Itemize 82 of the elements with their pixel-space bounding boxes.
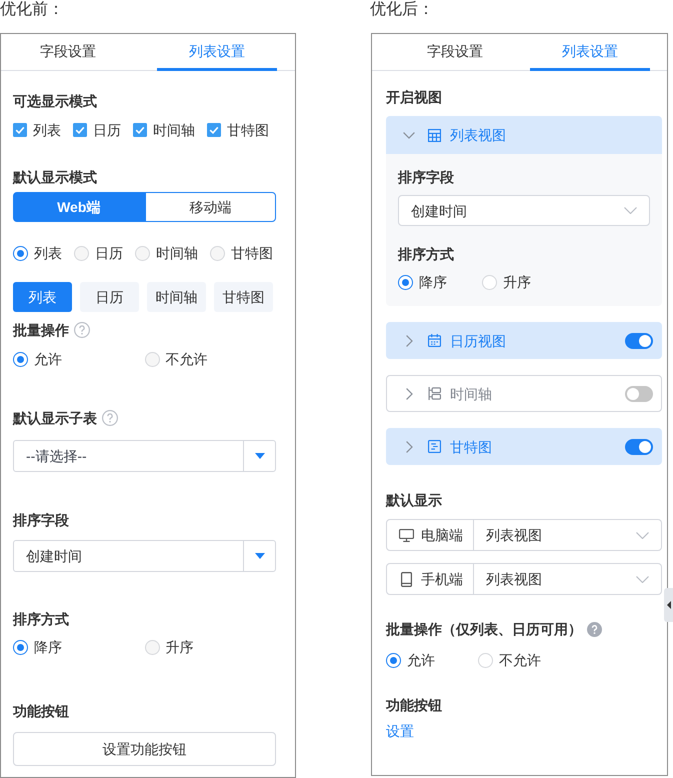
toggle-switch[interactable] bbox=[625, 332, 653, 348]
section-label: 默认显示子表 bbox=[13, 409, 97, 428]
section-label: 排序字段 bbox=[13, 511, 70, 530]
radio-label: 不允许 bbox=[166, 350, 208, 369]
section-label: 排序方式 bbox=[398, 245, 455, 264]
view-button[interactable]: 时间轴 bbox=[147, 282, 206, 312]
phone-icon bbox=[401, 572, 412, 586]
checkbox[interactable] bbox=[207, 123, 221, 137]
view-select[interactable]: 列表视图 bbox=[474, 519, 662, 551]
checkbox[interactable] bbox=[13, 123, 27, 137]
section-label: 功能按钮 bbox=[13, 702, 70, 721]
help-icon bbox=[74, 322, 90, 338]
settings-link[interactable]: 设置 bbox=[386, 721, 414, 741]
segment-button[interactable]: Web端 bbox=[13, 192, 144, 222]
chevron-down-icon bbox=[624, 207, 637, 214]
help-icon bbox=[102, 410, 118, 426]
radio-label: 时间轴 bbox=[156, 244, 198, 263]
device-label: 手机端 bbox=[421, 570, 463, 589]
toggle-switch[interactable] bbox=[625, 386, 653, 402]
collapse-handle[interactable] bbox=[664, 588, 673, 622]
section-label: 功能按钮 bbox=[386, 696, 443, 715]
dropdown-field[interactable]: 创建时间 bbox=[13, 540, 276, 572]
radio-label: 降序 bbox=[419, 273, 447, 292]
section-label: 排序方式 bbox=[13, 610, 70, 629]
tab[interactable]: 列表设置 bbox=[530, 34, 650, 71]
tab[interactable]: 字段设置 bbox=[8, 34, 128, 71]
device-label: 电脑端 bbox=[421, 526, 463, 545]
section-label: 排序字段 bbox=[398, 168, 455, 187]
radio-button[interactable] bbox=[386, 652, 401, 668]
view-title: 列表视图 bbox=[450, 126, 507, 145]
segment-button[interactable]: 移动端 bbox=[144, 192, 276, 222]
view-title: 日历视图 bbox=[450, 332, 507, 350]
chevron-down-icon bbox=[636, 532, 649, 538]
view-title: 甘特图 bbox=[450, 438, 493, 456]
tab[interactable]: 列表设置 bbox=[157, 34, 277, 71]
timeline-icon bbox=[428, 387, 441, 400]
chevron-down-icon bbox=[636, 576, 649, 582]
view-header[interactable]: 时间轴 bbox=[386, 375, 662, 412]
radio-button[interactable] bbox=[13, 352, 28, 366]
radio-label: 不允许 bbox=[499, 651, 541, 670]
checkbox-label: 时间轴 bbox=[153, 121, 195, 140]
radio-label: 日历 bbox=[95, 244, 123, 263]
calendar-icon bbox=[428, 334, 441, 347]
section-label: 可选显示模式 bbox=[13, 92, 98, 111]
radio-button[interactable] bbox=[13, 246, 28, 260]
radio-label: 升序 bbox=[503, 273, 531, 292]
section-label: 批量操作 bbox=[13, 321, 69, 340]
checkbox[interactable] bbox=[133, 123, 147, 137]
radio-label: 列表 bbox=[34, 244, 62, 263]
view-button[interactable]: 日历 bbox=[80, 282, 139, 312]
radio-label: 允许 bbox=[34, 350, 62, 369]
caption: 优化前： bbox=[0, 0, 64, 20]
caption: 优化后： bbox=[370, 0, 434, 20]
radio-button[interactable] bbox=[398, 274, 413, 290]
setup-button[interactable]: 设置功能按钮 bbox=[13, 732, 276, 766]
view-title: 时间轴 bbox=[450, 384, 493, 404]
help-icon bbox=[587, 622, 602, 636]
toggle-switch[interactable] bbox=[625, 438, 653, 454]
dropdown-field[interactable]: --请选择-- bbox=[13, 440, 276, 472]
caret-down-icon bbox=[254, 553, 264, 559]
radio-label: 甘特图 bbox=[231, 244, 273, 263]
section-label: 批量操作（仅列表、日历可用） bbox=[386, 620, 582, 639]
view-select[interactable]: 列表视图 bbox=[474, 563, 662, 595]
checkbox-label: 甘特图 bbox=[227, 121, 269, 140]
radio-button[interactable] bbox=[13, 640, 28, 654]
dropdown-field[interactable]: 创建时间 bbox=[398, 195, 650, 226]
section-label: 默认显示 bbox=[386, 491, 443, 510]
section-label: 开启视图 bbox=[386, 88, 443, 107]
gantt-chart-icon bbox=[428, 440, 441, 453]
view-button[interactable]: 列表 bbox=[13, 282, 72, 312]
section-label: 默认显示模式 bbox=[13, 168, 98, 187]
radio-label: 降序 bbox=[34, 638, 62, 657]
tab[interactable]: 字段设置 bbox=[395, 34, 515, 71]
table-icon bbox=[428, 128, 441, 142]
checkbox-label: 日历 bbox=[93, 121, 121, 140]
view-button[interactable]: 甘特图 bbox=[214, 282, 273, 312]
caret-down-icon bbox=[254, 453, 264, 459]
radio-label: 升序 bbox=[166, 638, 194, 657]
checkbox[interactable] bbox=[73, 123, 87, 137]
checkbox-label: 列表 bbox=[33, 121, 61, 140]
monitor-icon bbox=[399, 528, 414, 542]
radio-label: 允许 bbox=[407, 651, 435, 670]
